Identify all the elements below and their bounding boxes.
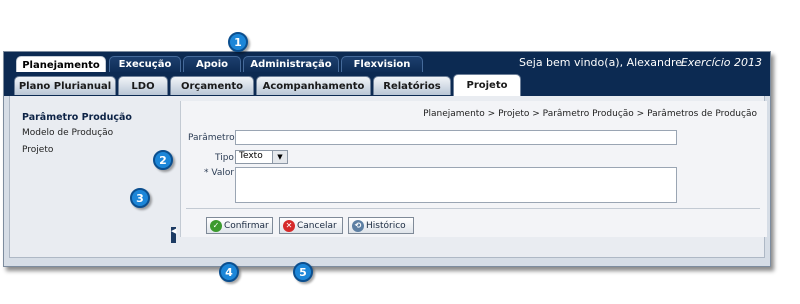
history-icon: ⟲ bbox=[352, 219, 364, 232]
callout-3: 3 bbox=[130, 188, 150, 208]
subtab-projeto[interactable]: Projeto bbox=[453, 74, 521, 96]
cancelar-button[interactable]: ✕ Cancelar bbox=[279, 217, 343, 234]
tab-execucao[interactable]: Execução bbox=[109, 56, 181, 72]
main-nav-bar: Planejamento Execução Apoio Administraçã… bbox=[4, 52, 770, 73]
tipo-select[interactable]: Texto ▼ bbox=[235, 150, 288, 164]
tipo-select-value: Texto bbox=[239, 151, 263, 161]
form-divider bbox=[186, 208, 760, 209]
subtab-plano-plurianual[interactable]: Plano Plurianual bbox=[14, 76, 116, 95]
subtab-acompanhamento[interactable]: Acompanhamento bbox=[256, 76, 371, 95]
sidebar-item-modelo-producao[interactable]: Modelo de Produção bbox=[22, 128, 113, 138]
sidebar-title[interactable]: Parâmetro Produção bbox=[22, 112, 132, 123]
confirmar-label: Confirmar bbox=[224, 220, 269, 231]
sidebar-item-projeto[interactable]: Projeto bbox=[22, 145, 53, 155]
close-icon: ✕ bbox=[283, 219, 295, 232]
tab-apoio[interactable]: Apoio bbox=[183, 56, 241, 72]
confirmar-button[interactable]: ✓ Confirmar bbox=[206, 217, 273, 234]
subtab-ldo[interactable]: LDO bbox=[118, 76, 168, 95]
welcome-message: Seja bem vindo(a), Alexandre bbox=[519, 56, 682, 69]
historico-label: Histórico bbox=[366, 220, 406, 231]
tab-flexvision[interactable]: Flexvision bbox=[341, 56, 423, 72]
callout-5: 5 bbox=[293, 262, 313, 282]
cancelar-label: Cancelar bbox=[297, 220, 337, 231]
breadcrumb: Planejamento > Projeto > Parâmetro Produ… bbox=[423, 109, 757, 119]
subtab-relatorios[interactable]: Relatórios bbox=[373, 76, 451, 95]
tab-planejamento[interactable]: Planejamento bbox=[16, 56, 106, 73]
tipo-label: Tipo bbox=[215, 153, 234, 163]
chevron-down-icon[interactable]: ▼ bbox=[272, 151, 287, 163]
tab-administracao[interactable]: Administração bbox=[243, 56, 339, 72]
exercise-year[interactable]: Exercício 2013 bbox=[681, 56, 762, 69]
parametro-label: Parâmetro bbox=[188, 133, 235, 143]
callout-4: 4 bbox=[219, 262, 239, 282]
parametro-input[interactable] bbox=[235, 130, 677, 145]
callout-1: 1 bbox=[228, 32, 248, 52]
check-icon: ✓ bbox=[210, 219, 222, 232]
sub-nav-bar: Plano Plurianual LDO Orçamento Acompanha… bbox=[4, 72, 770, 96]
subtab-orcamento[interactable]: Orçamento bbox=[170, 76, 254, 95]
valor-label: * Valor bbox=[204, 168, 235, 178]
collapse-sidebar-icon[interactable]: ◀ bbox=[171, 227, 176, 243]
callout-2: 2 bbox=[153, 150, 173, 170]
valor-textarea[interactable] bbox=[235, 167, 677, 203]
historico-button[interactable]: ⟲ Histórico bbox=[348, 217, 414, 234]
